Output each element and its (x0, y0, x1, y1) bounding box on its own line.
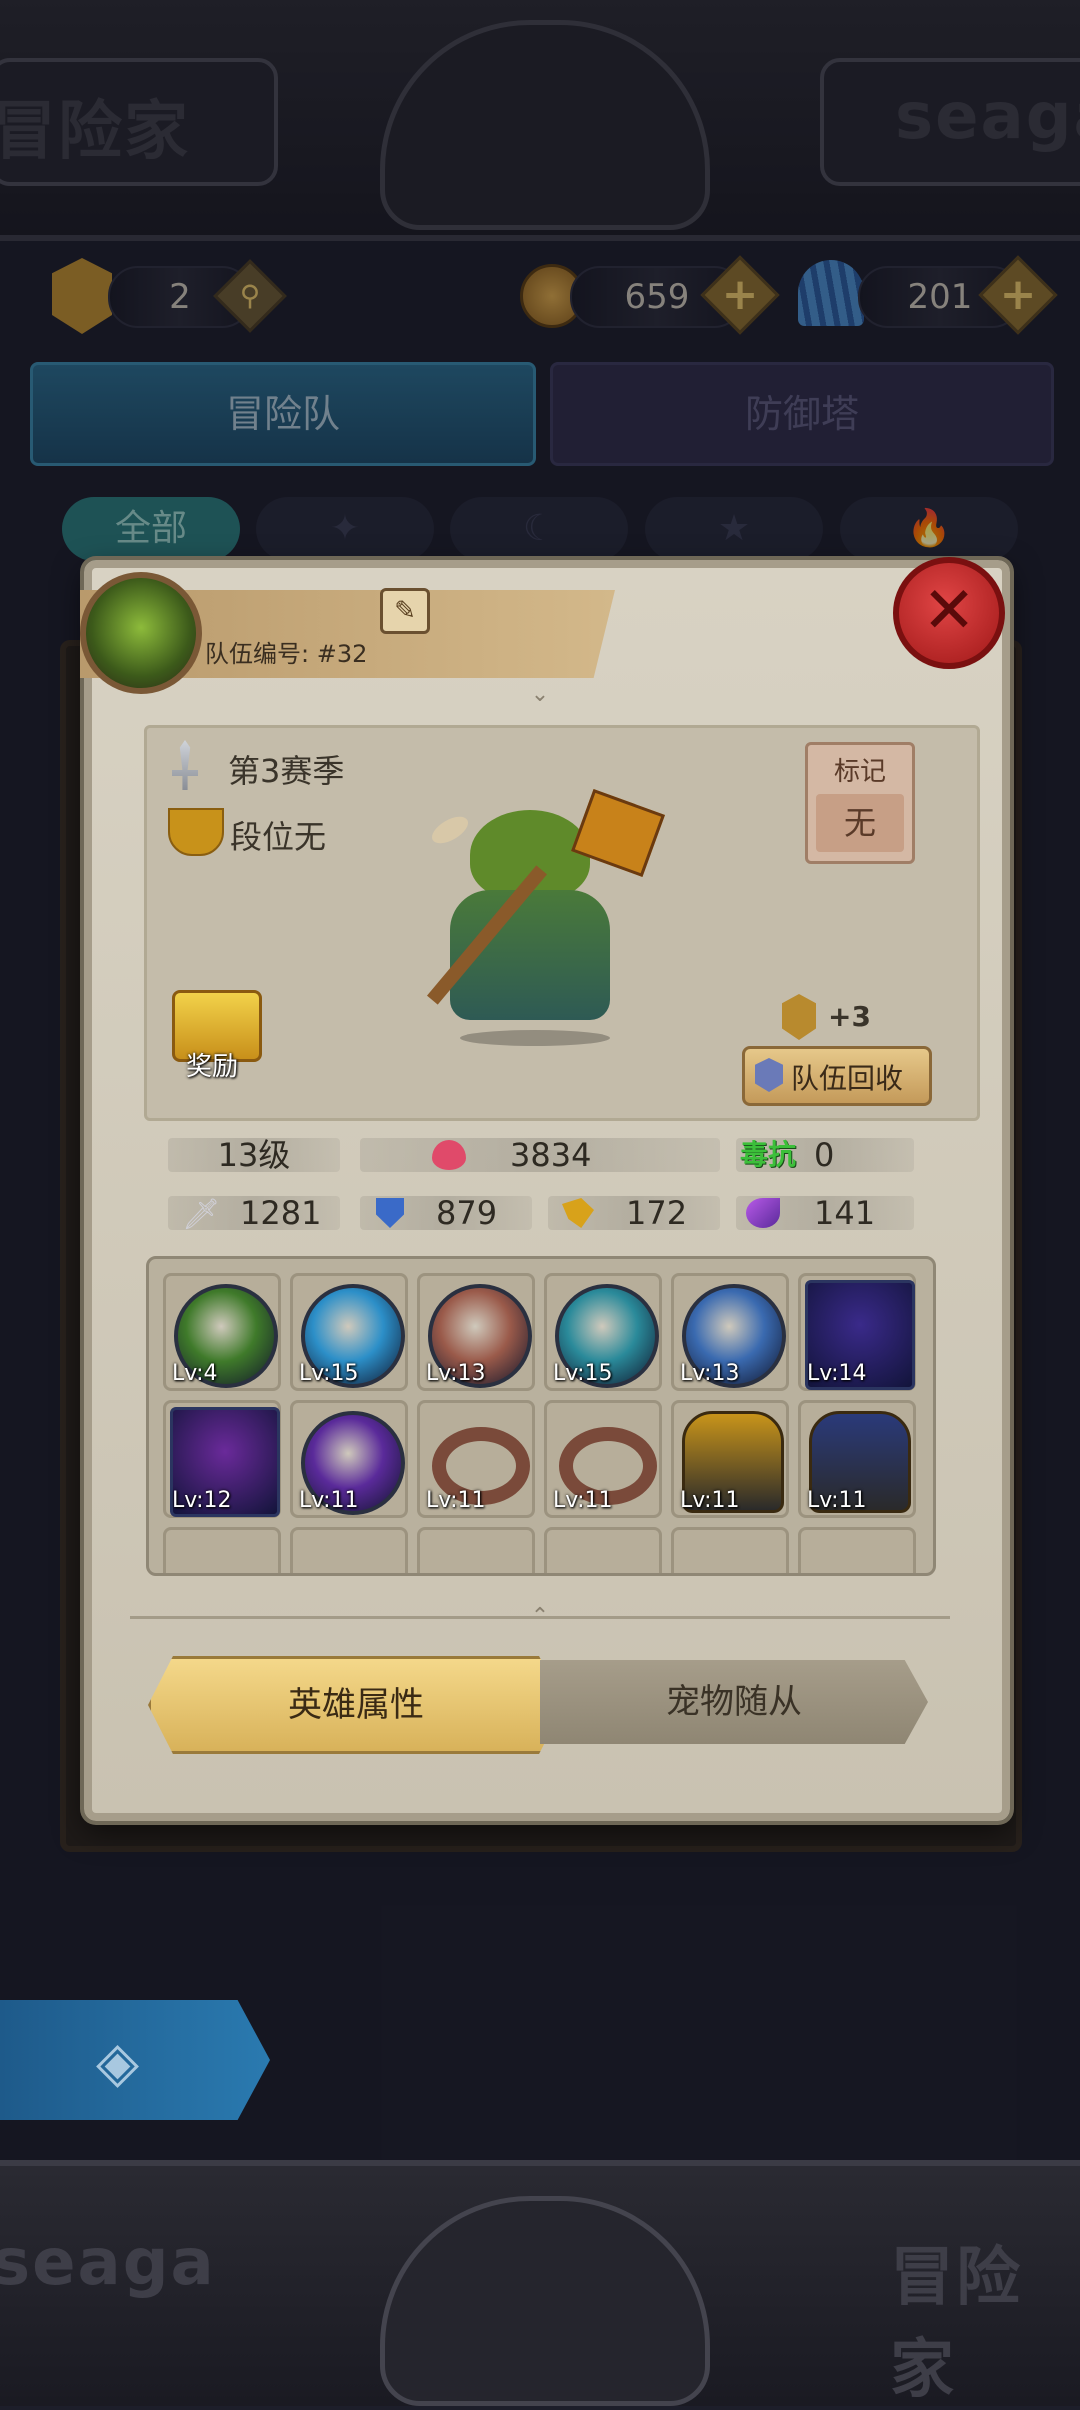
defense-stat: 879 (360, 1196, 532, 1230)
speed-value: 172 (626, 1194, 688, 1232)
mark-value: 无 (816, 794, 904, 852)
chevron-up-icon: ⌃ (530, 1604, 550, 1629)
equipment-level: Lv:11 (299, 1488, 359, 1513)
equipment-level: Lv:11 (426, 1488, 486, 1513)
attack-stat: 🗡 1281 (168, 1194, 340, 1232)
tab-hero-attributes[interactable]: 英雄属性 (148, 1656, 564, 1754)
equipment-slot[interactable]: Lv:14 (798, 1273, 916, 1391)
reward-label[interactable]: 奖励 (186, 1046, 238, 1083)
equipment-slot[interactable]: Lv:11 (798, 1400, 916, 1518)
equipment-slot[interactable] (544, 1527, 662, 1573)
equipment-slot[interactable] (671, 1527, 789, 1573)
equipment-level: Lv:15 (299, 1361, 359, 1386)
sword-icon: 🗡 (182, 1197, 221, 1232)
equipment-slot[interactable]: Lv:11 (290, 1400, 408, 1518)
bottom-banner: seaga 冒险家 (0, 2160, 1080, 2407)
speed-stat: 172 (548, 1196, 720, 1230)
poison-label: 毒抗 (740, 1138, 797, 1171)
equipment-grid: Lv:4 Lv:15 Lv:13 Lv:15 Lv:13 Lv:14 Lv:12 Lv:11 L… (146, 1256, 936, 1576)
tab-pet-followers[interactable]: 宠物随从 (540, 1660, 928, 1744)
boot-icon (562, 1198, 594, 1228)
equipment-level: Lv:12 (172, 1488, 232, 1513)
recycle-label: 队伍回收 (791, 1062, 904, 1095)
team-number: 队伍编号: #32 (205, 640, 368, 668)
equipment-slot[interactable]: Lv:4 (163, 1273, 281, 1391)
chevron-down-icon: ⌄ (530, 682, 550, 707)
equipment-slot[interactable]: Lv:15 (290, 1273, 408, 1391)
hero-avatar (80, 572, 202, 694)
edit-icon: ✎ (394, 596, 416, 626)
equipment-slot[interactable] (417, 1527, 535, 1573)
magic-wand-icon (746, 1198, 780, 1228)
team-recycle-button[interactable]: 队伍回收 (742, 1046, 932, 1106)
equipment-slot[interactable]: Lv:13 (671, 1273, 789, 1391)
equipment-slot[interactable]: Lv:15 (544, 1273, 662, 1391)
equipment-level: Lv:14 (807, 1361, 867, 1386)
equipment-level: Lv:11 (807, 1488, 867, 1513)
equipment-level: Lv:13 (680, 1361, 740, 1386)
trophy-icon (168, 808, 224, 856)
equipment-slot[interactable]: Lv:11 (671, 1400, 789, 1518)
equipment-slot[interactable] (798, 1527, 916, 1573)
hero-figure (410, 788, 665, 1050)
equipment-slot[interactable] (163, 1527, 281, 1573)
emblem-crest (380, 2196, 710, 2406)
banner-text-bottom-right: 冒险家 (890, 2241, 1022, 2407)
season-label: 第3赛季 (228, 752, 345, 790)
hp-value: 3834 (510, 1136, 592, 1174)
recycle-bonus: +3 (828, 1000, 871, 1033)
banner-text-bottom-left: seaga (0, 2226, 216, 2300)
equipment-level: Lv:13 (426, 1361, 486, 1386)
close-button[interactable]: ✕ (893, 557, 1005, 669)
attack-value: 1281 (240, 1194, 322, 1232)
recycle-icon (755, 1058, 783, 1092)
mark-box[interactable]: 标记 无 (805, 742, 915, 864)
equipment-level: Lv:11 (553, 1488, 613, 1513)
equipment-slot[interactable]: Lv:11 (417, 1400, 535, 1518)
hp-stat: 3834 (360, 1138, 720, 1172)
equipment-slot[interactable]: Lv:12 (163, 1400, 281, 1518)
poison-value: 0 (814, 1136, 835, 1174)
diamond-arrow-icon: ◈ (96, 2030, 140, 2095)
poison-resist-stat: 毒抗 0 (736, 1138, 914, 1172)
equipment-level: Lv:15 (553, 1361, 613, 1386)
magic-value: 141 (814, 1194, 876, 1232)
defense-value: 879 (436, 1194, 498, 1232)
rank-label: 段位无 (230, 818, 327, 856)
shield-icon (376, 1198, 404, 1228)
equipment-slot[interactable]: Lv:11 (544, 1400, 662, 1518)
equipment-level: Lv:4 (172, 1361, 218, 1386)
equipment-slot[interactable] (290, 1527, 408, 1573)
close-icon: ✕ (922, 574, 976, 648)
mark-title: 标记 (833, 757, 886, 787)
expand-menu-button[interactable]: ◈ (0, 2000, 270, 2120)
heart-icon (432, 1140, 466, 1170)
hero-level: 13级 (168, 1138, 340, 1172)
magic-stat: 141 (736, 1196, 914, 1230)
equipment-slot[interactable]: Lv:13 (417, 1273, 535, 1391)
edit-name-button[interactable]: ✎ (380, 588, 430, 634)
equipment-level: Lv:11 (680, 1488, 740, 1513)
